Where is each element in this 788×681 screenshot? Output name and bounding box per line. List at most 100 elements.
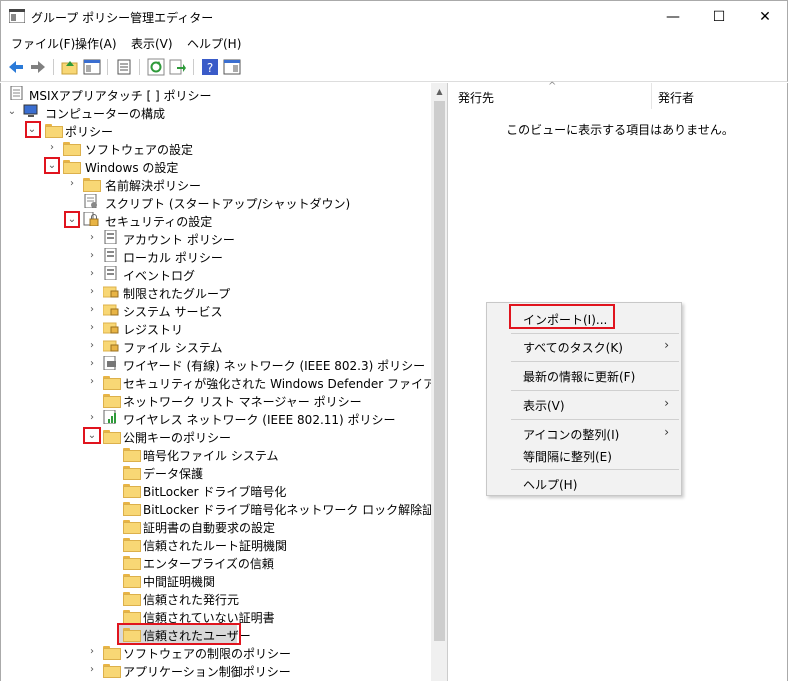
tree-item-bitlocker[interactable]: BitLocker ドライブ暗号化 <box>1 481 431 499</box>
tree-item-local-policies[interactable]: › ローカル ポリシー <box>1 247 431 265</box>
highlight-box <box>509 304 615 329</box>
tree-item-file-system[interactable]: › ファイル システム <box>1 337 431 355</box>
scroll-up-arrow-icon[interactable]: ▲ <box>431 83 447 100</box>
column-header-issued-to[interactable]: 発行先 ^ <box>452 81 652 109</box>
tree-item-restricted-groups[interactable]: › 制限されたグループ <box>1 283 431 301</box>
tree-item-public-key-policies[interactable]: ⌄ 公開キーのポリシー <box>1 427 431 445</box>
maximize-button[interactable]: ☐ <box>697 1 741 33</box>
highlight-box <box>83 427 101 444</box>
up-folder-icon[interactable] <box>61 58 79 76</box>
submenu-arrow-icon: › <box>664 338 669 352</box>
close-button[interactable]: ✕ <box>743 1 787 33</box>
chevron-right-icon[interactable]: › <box>85 284 99 300</box>
folder-icon <box>123 466 141 480</box>
context-menu-help[interactable]: ヘルプ(H) <box>487 472 681 494</box>
tree-item-account-policies[interactable]: › アカウント ポリシー <box>1 229 431 247</box>
help-icon[interactable]: ? <box>201 58 219 76</box>
toolbar-separator <box>53 59 54 75</box>
chevron-right-icon[interactable]: › <box>85 644 99 660</box>
tree-item-trusted-root-ca[interactable]: 信頼されたルート証明機関 <box>1 535 431 553</box>
column-header-label: 発行先 <box>458 91 495 105</box>
tree-item-label: セキュリティの設定 <box>105 215 213 229</box>
tree-item-software-restriction[interactable]: › ソフトウェアの制限のポリシー <box>1 643 431 661</box>
context-menu-arrange-icons[interactable]: アイコンの整列(I) › <box>487 422 681 444</box>
chevron-down-icon[interactable]: ⌄ <box>5 104 19 120</box>
tree-item-event-log[interactable]: › イベントログ <box>1 265 431 283</box>
tree-item-auto-cert-request[interactable]: 証明書の自動要求の設定 <box>1 517 431 535</box>
chevron-right-icon[interactable]: › <box>45 140 59 156</box>
folder-icon <box>103 394 121 408</box>
tree-scrollbar[interactable]: ▲ <box>431 83 447 681</box>
tree-pane[interactable]: MSIXアプリアタッチ [ ] ポリシー ⌄ コンピューターの構成 ⌄ ポリシー… <box>0 83 448 681</box>
tree-item-network-list-manager[interactable]: ネットワーク リスト マネージャー ポリシー <box>1 391 431 409</box>
menu-separator <box>511 390 679 391</box>
chevron-right-icon[interactable]: › <box>85 302 99 318</box>
folder-icon <box>123 538 141 552</box>
tree-item-trusted-publishers[interactable]: 信頼された発行元 <box>1 589 431 607</box>
minimize-button[interactable]: — <box>651 1 695 33</box>
chevron-right-icon[interactable]: › <box>85 374 99 390</box>
scroll-thumb[interactable] <box>434 101 445 641</box>
tree-item-computer-config[interactable]: ⌄ コンピューターの構成 <box>1 103 431 121</box>
chevron-right-icon[interactable]: › <box>85 230 99 246</box>
folder-icon <box>103 646 121 660</box>
properties-icon[interactable] <box>115 58 133 76</box>
tree-root-label: MSIXアプリアタッチ [ ] ポリシー <box>29 89 212 103</box>
tree-item-label: ファイル システム <box>123 341 223 355</box>
export-list-icon[interactable] <box>169 58 187 76</box>
chevron-right-icon[interactable]: › <box>85 248 99 264</box>
toolbar-separator <box>193 59 194 75</box>
folder-lock-icon <box>103 322 119 334</box>
chevron-right-icon[interactable]: › <box>85 356 99 372</box>
menu-bar: ファイル(F) 操作(A) 表示(V) ヘルプ(H) <box>0 32 788 54</box>
account-policy-icon <box>104 230 117 244</box>
tree-item-name-resolution[interactable]: › 名前解決ポリシー <box>1 175 431 193</box>
context-menu-line-up-icons[interactable]: 等間隔に整列(E) <box>487 444 681 466</box>
tree-item-label: 証明書の自動要求の設定 <box>143 521 276 535</box>
back-arrow-icon[interactable] <box>7 58 25 76</box>
menu-help[interactable]: ヘルプ(H) <box>187 35 241 52</box>
tree-item-data-protection[interactable]: データ保護 <box>1 463 431 481</box>
menu-view[interactable]: 表示(V) <box>131 35 173 52</box>
tree-item-label: 信頼された発行元 <box>143 593 240 607</box>
tree-item-system-services[interactable]: › システム サービス <box>1 301 431 319</box>
menu-action[interactable]: 操作(A) <box>75 35 117 52</box>
tree-item-policies[interactable]: ⌄ ポリシー <box>1 121 431 139</box>
refresh-icon[interactable] <box>147 58 165 76</box>
tree-item-label: BitLocker ドライブ暗号化 <box>143 485 287 499</box>
tree-item-registry[interactable]: › レジストリ <box>1 319 431 337</box>
tree-item-windows-settings[interactable]: ⌄ Windows の設定 <box>1 157 431 175</box>
tree-item-label: 公開キーのポリシー <box>123 431 232 445</box>
tree-item-wireless-network[interactable]: › ワイヤレス ネットワーク (IEEE 802.11) ポリシー <box>1 409 431 427</box>
tree-item-enterprise-trust[interactable]: エンタープライズの信頼 <box>1 553 431 571</box>
chevron-right-icon[interactable]: › <box>85 320 99 336</box>
tree-item-software-settings[interactable]: › ソフトウェアの設定 <box>1 139 431 157</box>
context-menu-refresh[interactable]: 最新の情報に更新(F) <box>487 364 681 386</box>
folder-icon <box>123 520 141 534</box>
tree-root[interactable]: MSIXアプリアタッチ [ ] ポリシー <box>1 85 431 103</box>
chevron-right-icon[interactable]: › <box>85 338 99 354</box>
chevron-right-icon[interactable]: › <box>65 176 79 192</box>
tree-item-app-control[interactable]: › アプリケーション制御ポリシー <box>1 661 431 679</box>
chevron-right-icon[interactable]: › <box>85 662 99 678</box>
forward-arrow-icon[interactable] <box>29 58 47 76</box>
show-action-pane-icon[interactable] <box>223 58 241 76</box>
tree-item-bitlocker-network-unlock[interactable]: BitLocker ドライブ暗号化ネットワーク ロック解除証明書 <box>1 499 447 517</box>
column-header-issued-by[interactable]: 発行者 <box>652 83 788 109</box>
highlight-box <box>64 211 80 228</box>
tree-item-scripts[interactable]: スクリプト (スタートアップ/シャットダウン) <box>1 193 431 211</box>
tree-item-firewall[interactable]: › セキュリティが強化された Windows Defender ファイアウォール <box>1 373 447 391</box>
chevron-right-icon[interactable]: › <box>85 266 99 282</box>
context-menu-label: すべてのタスク(K) <box>523 341 623 355</box>
group-policy-editor-icon <box>9 9 25 23</box>
sort-arrow-icon: ^ <box>548 81 557 92</box>
context-menu-all-tasks[interactable]: すべてのタスク(K) › <box>487 335 681 357</box>
folder-icon <box>123 592 141 606</box>
tree-item-intermediate-ca[interactable]: 中間証明機関 <box>1 571 431 589</box>
context-menu-view[interactable]: 表示(V) › <box>487 393 681 415</box>
tree-item-wired-network[interactable]: › ワイヤード (有線) ネットワーク (IEEE 802.3) ポリシー <box>1 355 431 373</box>
tree-item-efs[interactable]: 暗号化ファイル システム <box>1 445 431 463</box>
menu-file[interactable]: ファイル(F) <box>11 35 75 52</box>
chevron-right-icon[interactable]: › <box>85 410 99 426</box>
show-hide-tree-icon[interactable] <box>83 58 101 76</box>
